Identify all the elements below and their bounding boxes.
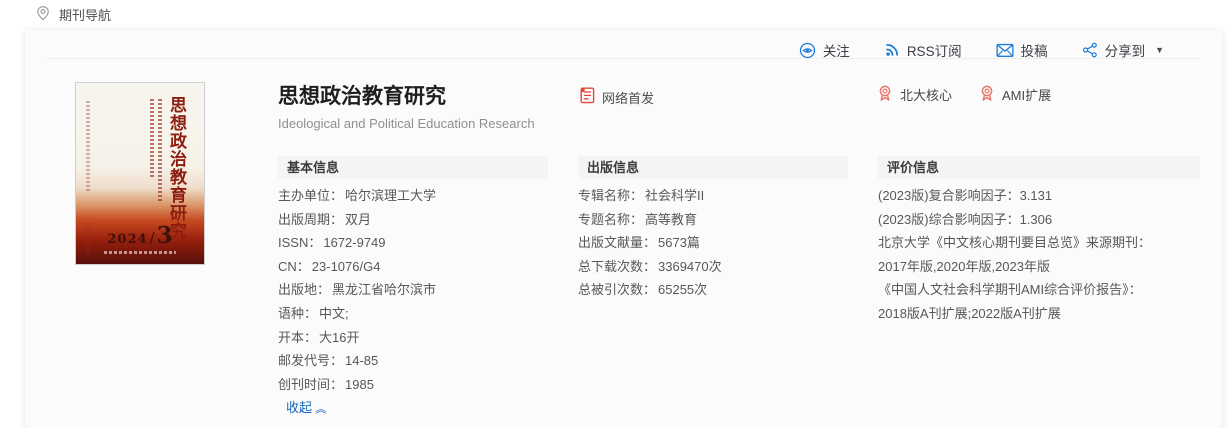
share-button[interactable]: 分享到 ▼ [1082, 40, 1164, 60]
info-row: CN：23-1076/G4 [278, 255, 548, 279]
breadcrumb-label: 期刊导航 [59, 5, 111, 24]
journal-cover: 思想政治教育研究 2024/3 [75, 82, 205, 265]
info-row: 专题名称：高等教育 [578, 208, 848, 232]
info-value: 社会科学II [645, 188, 704, 203]
info-row: 出版周期：双月 [278, 208, 548, 232]
status-badge-ami: AMI扩展 [978, 84, 1051, 105]
cover-title: 思想政治教育研究 [164, 96, 189, 240]
rss-button[interactable]: RSS订阅 [884, 40, 962, 60]
info-label: 总下载次数： [578, 259, 656, 274]
info-label: 专辑名称： [578, 188, 643, 203]
info-value: 14-85 [345, 353, 378, 368]
info-label: 出版文献量： [578, 235, 656, 250]
info-value: 双月 [345, 212, 371, 227]
info-label: 主办单位： [278, 188, 343, 203]
info-value: 中文; [319, 306, 349, 321]
medal-icon [978, 84, 996, 105]
info-row: 总下载次数：3369470次 [578, 255, 848, 279]
info-line: 《中国人文社会科学期刊AMI综合评价报告》： [878, 278, 1200, 302]
info-value: 大16开 [319, 330, 359, 345]
info-row: 专辑名称：社会科学II [578, 184, 848, 208]
info-line: (2023版)综合影响因子：1.306 [878, 208, 1200, 232]
info-row: 开本：大16开 [278, 326, 548, 350]
info-value: 5673篇 [658, 235, 700, 250]
status-badge-pku-core: 北大核心 [876, 84, 952, 105]
journal-title-english: Ideological and Political Education Rese… [278, 116, 535, 131]
publication-info-header: 出版信息 [578, 156, 848, 179]
eye-icon [799, 42, 816, 59]
info-row: 语种：中文; [278, 302, 548, 326]
badge-label: AMI扩展 [1002, 85, 1051, 104]
chevron-down-icon[interactable]: ▼ [1155, 45, 1164, 55]
cover-year: 2024 [107, 232, 147, 247]
info-line: (2023版)复合影响因子：3.131 [878, 184, 1200, 208]
cover-issue: 2024/3 [76, 224, 204, 247]
info-value: 黑龙江省哈尔滨市 [332, 282, 436, 297]
info-label: 创刊时间： [278, 377, 343, 392]
collapse-label: 收起 [286, 396, 312, 420]
document-icon [580, 87, 595, 107]
divider [47, 58, 1200, 59]
chevron-up-double-icon: 《 [314, 403, 325, 414]
cover-decoration [158, 99, 162, 203]
info-row: 邮发代号：14-85 [278, 349, 548, 373]
info-line: 北京大学《中文核心期刊要目总览》来源期刊： [878, 231, 1200, 255]
info-label: 总被引次数： [578, 282, 656, 297]
info-value: 23-1076/G4 [312, 259, 381, 274]
info-label: 邮发代号： [278, 353, 343, 368]
cover-issue-number: 3 [157, 222, 173, 249]
breadcrumb[interactable]: 期刊导航 [36, 5, 111, 24]
info-row: ISSN：1672-9749 [278, 231, 548, 255]
web-first-label: 网络首发 [602, 88, 654, 107]
submit-label: 投稿 [1021, 40, 1048, 60]
submit-button[interactable]: 投稿 [996, 40, 1048, 60]
map-pin-icon [36, 5, 50, 24]
follow-label: 关注 [823, 40, 850, 60]
cover-decoration [150, 99, 154, 177]
info-label: 出版地： [278, 282, 330, 297]
rss-icon [884, 42, 900, 58]
info-line: 2017年版,2020年版,2023年版 [878, 255, 1200, 279]
journal-card: 关注 RSS订阅 投稿 [25, 30, 1222, 428]
cover-decoration [104, 251, 176, 254]
web-first-tag[interactable]: 网络首发 [580, 87, 654, 107]
info-value: 高等教育 [645, 212, 697, 227]
info-label: 专题名称： [578, 212, 643, 227]
basic-info-column: 基本信息 主办单位：哈尔滨理工大学 出版周期：双月 ISSN：1672-9749… [278, 156, 548, 420]
collapse-link[interactable]: 收起 《 [278, 396, 325, 420]
info-value: 65255次 [658, 282, 707, 297]
info-row: 主办单位：哈尔滨理工大学 [278, 184, 548, 208]
cover-decoration [86, 101, 90, 193]
evaluation-info-column: 评价信息 (2023版)复合影响因子：3.131 (2023版)综合影响因子：1… [878, 156, 1200, 326]
badge-row: 北大核心 AMI扩展 [876, 84, 1051, 105]
badge-label: 北大核心 [900, 85, 952, 104]
publication-info-column: 出版信息 专辑名称：社会科学II 专题名称：高等教育 出版文献量：5673篇 总… [578, 156, 848, 302]
basic-info-header: 基本信息 [278, 156, 548, 179]
page-title: 思想政治教育研究 [278, 80, 446, 110]
share-label: 分享到 [1105, 40, 1146, 60]
info-label: ISSN： [278, 235, 321, 250]
info-label: CN： [278, 259, 310, 274]
action-bar: 关注 RSS订阅 投稿 [799, 40, 1164, 60]
info-label: 开本： [278, 330, 317, 345]
info-value: 1672-9749 [323, 235, 385, 250]
info-row: 出版地：黑龙江省哈尔滨市 [278, 278, 548, 302]
info-row: 总被引次数：65255次 [578, 278, 848, 302]
info-label: 语种： [278, 306, 317, 321]
rss-label: RSS订阅 [907, 40, 962, 60]
info-value: 哈尔滨理工大学 [345, 188, 436, 203]
info-row: 出版文献量：5673篇 [578, 231, 848, 255]
cover-slash: / [150, 229, 155, 247]
share-icon [1082, 42, 1098, 58]
follow-button[interactable]: 关注 [799, 40, 850, 60]
info-value: 1985 [345, 377, 374, 392]
info-value: 3369470次 [658, 259, 722, 274]
info-row: 创刊时间：1985 [278, 373, 548, 397]
medal-icon [876, 84, 894, 105]
info-label: 出版周期： [278, 212, 343, 227]
info-line: 2018版A刊扩展;2022版A刊扩展 [878, 302, 1200, 326]
envelope-icon [996, 43, 1014, 58]
evaluation-info-header: 评价信息 [878, 156, 1200, 179]
